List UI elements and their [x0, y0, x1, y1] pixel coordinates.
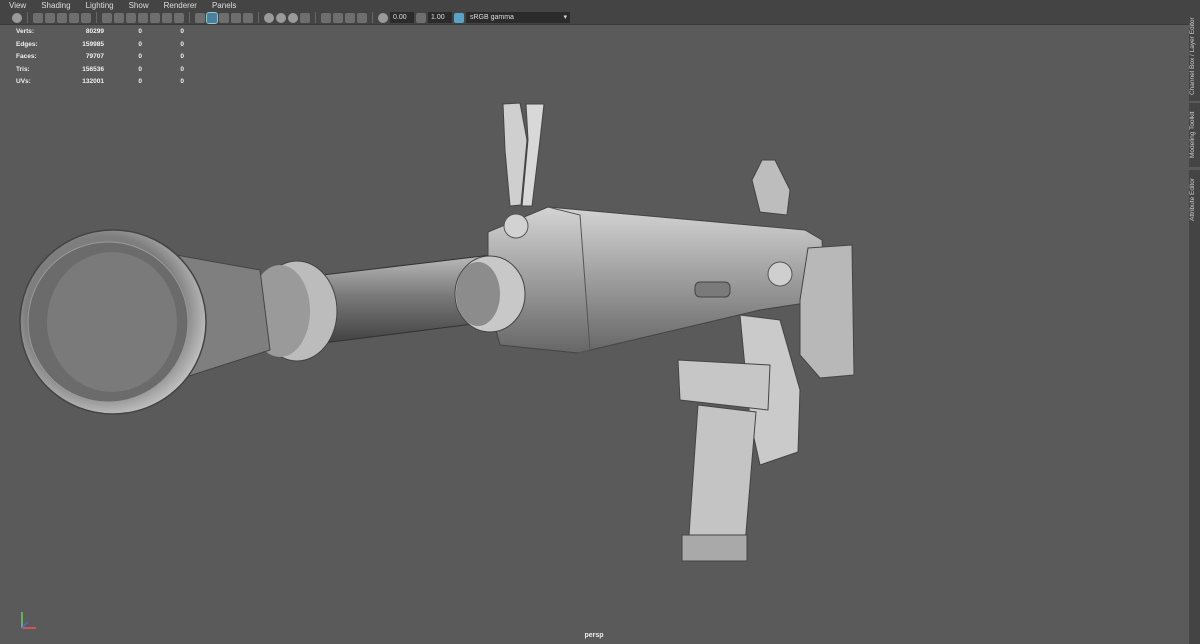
- view-axis-icon: [21, 612, 36, 629]
- hud-value: 0: [180, 65, 184, 73]
- hud-row-tris: Tris: 156536 0 0: [16, 64, 184, 77]
- hud-label: Faces:: [16, 53, 37, 60]
- hud-row-verts: Verts: 80299 0 0: [16, 26, 184, 39]
- hud-label: UVs:: [16, 78, 31, 85]
- hud-value: 156536: [82, 65, 104, 73]
- hud-row-edges: Edges: 159985 0 0: [16, 39, 184, 52]
- hud-value: 0: [180, 28, 184, 35]
- hud-value: 0: [180, 53, 184, 60]
- side-tab-strip: [1189, 230, 1200, 644]
- tab-channel-box[interactable]: Channel Box / Layer Editor: [1189, 11, 1200, 101]
- hud-value: 0: [180, 40, 184, 48]
- rear-sight: [751, 159, 791, 216]
- tab-attribute-editor[interactable]: Attribute Editor: [1189, 170, 1200, 230]
- hud-value: 0: [138, 53, 142, 60]
- hud-value: 0: [138, 78, 142, 85]
- hud-value: 80299: [85, 28, 104, 35]
- hud-value: 79707: [85, 53, 104, 60]
- stock: [799, 244, 855, 379]
- hud-row-faces: Faces: 79707 0 0: [16, 51, 184, 64]
- hud-value: 132001: [82, 78, 104, 85]
- tab-modeling-toolkit[interactable]: Modeling Toolkit: [1189, 103, 1200, 167]
- hud-label: Tris:: [16, 65, 30, 73]
- rifle-model[interactable]: [0, 0, 1188, 644]
- hud-value: 0: [180, 78, 184, 85]
- hud-value: 0: [138, 28, 142, 35]
- hud-label: Verts:: [16, 28, 35, 35]
- hud-row-uvs: UVs: 132001 0 0: [16, 76, 184, 89]
- hud-label: Edges:: [16, 40, 38, 48]
- camera-label: persp: [584, 632, 604, 639]
- poly-count-hud: Verts: 80299 0 0 Edges: 159985 0 0 Faces…: [16, 26, 184, 89]
- hud-value: 0: [138, 40, 142, 48]
- hud-value: 159985: [82, 40, 104, 48]
- hud-value: 0: [138, 65, 142, 73]
